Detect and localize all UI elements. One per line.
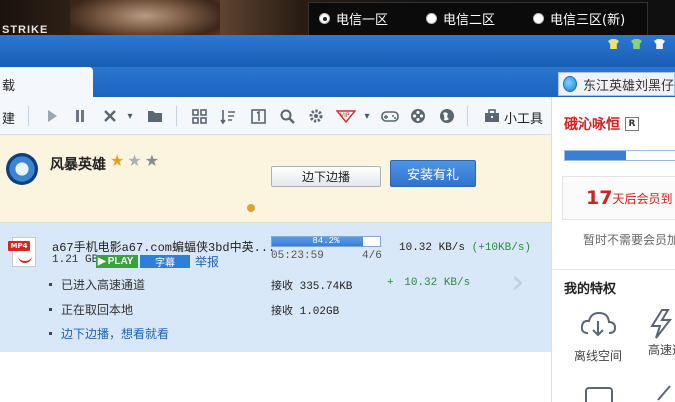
tools-label[interactable]: 小工具 bbox=[504, 108, 543, 127]
svg-text:VIP: VIP bbox=[340, 112, 350, 119]
divider bbox=[552, 269, 675, 270]
browser-address-tab[interactable]: 东江英雄刘黑仔 bbox=[558, 72, 675, 96]
sort-icon[interactable] bbox=[218, 106, 238, 126]
promo-game-name: 风暴英雄 bbox=[50, 157, 106, 173]
server-option-2[interactable]: 电信二区 bbox=[426, 9, 495, 28]
white-shirt-icon[interactable] bbox=[654, 39, 665, 49]
chevron-right-icon[interactable]: › bbox=[511, 265, 525, 299]
play-icon: ▶ bbox=[98, 256, 106, 267]
folder-icon[interactable] bbox=[145, 106, 165, 126]
subtitle-label: 字幕 bbox=[155, 258, 175, 269]
vip-icon[interactable]: VIP bbox=[336, 106, 356, 126]
star-icon: ★ bbox=[144, 151, 160, 170]
title-bar bbox=[0, 35, 675, 67]
grid-icon[interactable] bbox=[189, 106, 209, 126]
server-option-1[interactable]: 电信一区 bbox=[319, 9, 388, 28]
download-task-row[interactable]: MP4 a67手机电影a67.com蝙蝠侠3bd中英... 1.21 GB ▶ … bbox=[0, 223, 551, 352]
stream-while-download-button[interactable]: 边下边播 bbox=[271, 166, 381, 187]
report-link[interactable]: 举报 bbox=[195, 253, 219, 270]
feature-high-speed[interactable]: 高速通 bbox=[648, 307, 675, 358]
mp4-file-icon: MP4 bbox=[8, 237, 36, 267]
carousel-dot[interactable] bbox=[247, 204, 255, 212]
elapsed-time: 05:23:59 bbox=[271, 250, 324, 262]
file-size: 1.21 GB bbox=[52, 254, 99, 266]
vip-expiry-card[interactable]: 17 天后会员到 bbox=[562, 176, 675, 220]
play-badge[interactable]: ▶ PLAY bbox=[96, 255, 138, 268]
progress-bar: 84.2% bbox=[271, 236, 381, 247]
screen: STRIKE 电信一区 电信二区 电信三区(新) 载 东江英雄刘黑仔 建 ▾ V… bbox=[0, 0, 675, 402]
globe-icon[interactable] bbox=[437, 106, 457, 126]
new-task-label[interactable]: 建 bbox=[2, 108, 15, 127]
lightning-icon bbox=[648, 307, 675, 341]
radio-selected-icon[interactable] bbox=[319, 13, 330, 24]
toolbar: 建 ▾ VIP ▾ 小工具 bbox=[0, 97, 551, 135]
stream-hint-link[interactable]: 边下边播，想看就看 bbox=[49, 325, 169, 342]
divider bbox=[176, 106, 177, 126]
tab-downloads[interactable]: 载 bbox=[0, 67, 93, 97]
radio-icon[interactable] bbox=[426, 13, 437, 24]
counter-icon[interactable] bbox=[248, 106, 268, 126]
server-selector: 电信一区 电信二区 电信三区(新) bbox=[308, 2, 648, 38]
divider bbox=[467, 106, 468, 126]
cloud-download-icon bbox=[578, 307, 618, 341]
piece-count: 4/6 bbox=[362, 250, 382, 262]
rating-stars: ★ ★ ★ bbox=[110, 153, 159, 169]
level-badge-icon: R bbox=[625, 117, 639, 131]
delete-icon[interactable] bbox=[100, 106, 120, 126]
more-features-row bbox=[552, 380, 675, 402]
background-game-window: STRIKE 电信一区 电信二区 电信三区(新) bbox=[0, 0, 675, 40]
download-client-window: 载 东江英雄刘黑仔 建 ▾ VIP ▾ 小工具 风暴英雄 ★ ★ ★ 安装有礼 … bbox=[0, 35, 675, 402]
subtitle-badge[interactable]: 字幕 bbox=[140, 255, 190, 269]
star-icon: ★ bbox=[110, 151, 125, 170]
green-shirt-icon[interactable] bbox=[631, 39, 642, 49]
settings-icon[interactable] bbox=[306, 106, 326, 126]
chevron-down-icon[interactable]: ▾ bbox=[357, 106, 377, 126]
zombie-artwork bbox=[70, 0, 220, 40]
accel-speed: + 10.32 KB/s bbox=[387, 277, 471, 289]
chevron-down-icon[interactable]: ▾ bbox=[120, 106, 140, 126]
level-progress-fill bbox=[565, 151, 626, 160]
divider bbox=[28, 106, 29, 126]
received-amount-2: 接收 1.02GB bbox=[271, 306, 340, 318]
pause-icon[interactable] bbox=[70, 106, 90, 126]
user-name[interactable]: 硪沁咏恒 R bbox=[564, 114, 639, 134]
play-icon[interactable] bbox=[42, 106, 62, 126]
heroes-storm-logo-icon bbox=[6, 153, 38, 185]
shield-icon bbox=[563, 76, 577, 92]
film-reel-icon[interactable] bbox=[408, 106, 428, 126]
received-amount-1: 接收 335.74KB bbox=[271, 281, 353, 293]
gamepad-icon[interactable] bbox=[380, 106, 400, 126]
star-icon: ★ bbox=[127, 151, 142, 170]
yellow-shirt-icon[interactable] bbox=[608, 39, 619, 49]
tab-strip: 载 东江英雄刘黑仔 bbox=[0, 67, 675, 97]
level-progress bbox=[564, 150, 675, 161]
privileges-title: 我的特权 bbox=[564, 282, 617, 297]
status-row-2: 正在取回本地 bbox=[49, 301, 133, 318]
search-icon[interactable] bbox=[277, 106, 297, 126]
task-list-empty-area bbox=[0, 352, 551, 402]
toolbox-icon[interactable] bbox=[482, 106, 502, 126]
install-button[interactable]: 安装有礼 bbox=[390, 160, 476, 187]
download-speed: 10.32 KB/s (+10KB/s) bbox=[399, 242, 532, 254]
server-option-3[interactable]: 电信三区(新) bbox=[533, 9, 625, 28]
radio-icon[interactable] bbox=[533, 13, 544, 24]
feature-offline-space[interactable]: 离线空间 bbox=[574, 307, 622, 364]
account-side-panel: 硪沁咏恒 R 17 天后会员到 暂时不需要会员加 我的特权 离线空间 高速 bbox=[551, 97, 675, 402]
progress-text: 84.2% bbox=[312, 236, 340, 246]
status-row-1: 已进入高速通道 bbox=[49, 276, 145, 293]
file-name: a67手机电影a67.com蝙蝠侠3bd中英... bbox=[52, 241, 276, 255]
skin-switcher bbox=[608, 39, 665, 49]
vip-note: 暂时不需要会员加 bbox=[583, 233, 675, 247]
